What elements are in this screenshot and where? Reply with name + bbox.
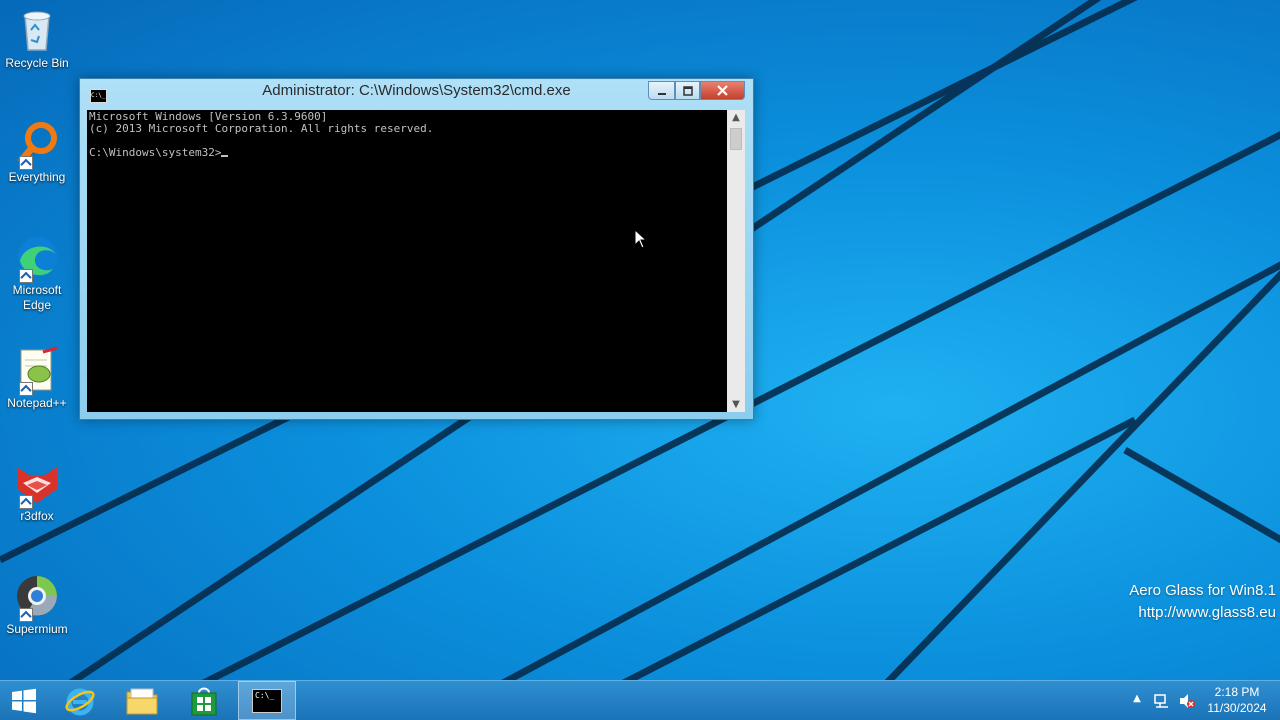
minimize-button[interactable] <box>648 81 675 100</box>
desktop-icon-label: Supermium <box>6 622 68 636</box>
command-prompt: C:\Windows\system32> <box>89 146 222 159</box>
edge-browser-icon <box>13 233 61 283</box>
shortcut-arrow-icon <box>19 382 33 396</box>
everything-search-icon <box>13 120 61 170</box>
desktop-icon-microsoft-edge[interactable]: Microsoft Edge <box>2 233 72 313</box>
shortcut-arrow-icon <box>19 269 33 283</box>
chevron-up-icon: ▲ <box>732 112 740 123</box>
taskbar-internet-explorer[interactable] <box>56 681 104 720</box>
network-icon[interactable] <box>1153 692 1171 710</box>
chevron-up-icon: ▲ <box>1133 693 1141 704</box>
mouse-pointer-icon <box>634 229 648 249</box>
cmd-icon-text: C:\_ <box>255 690 275 700</box>
r3dfox-browser-icon <box>13 459 61 509</box>
cmd-window[interactable]: C:\_ Administrator: C:\Windows\System32\… <box>79 78 754 420</box>
shortcut-arrow-icon <box>19 495 33 509</box>
volume-muted-icon[interactable] <box>1178 692 1196 710</box>
taskbar[interactable]: C:\_ ▲ 2:18 PM 11/30/2024 <box>0 680 1280 720</box>
aero-glass-watermark: Aero Glass for Win8.1 http://www.glass8.… <box>1129 580 1276 624</box>
desktop-icon-supermium[interactable]: Supermium <box>2 572 72 637</box>
taskbar-file-explorer[interactable] <box>118 681 166 720</box>
folder-icon <box>126 688 158 714</box>
scroll-thumb[interactable] <box>730 128 742 150</box>
store-bag-icon <box>191 687 217 715</box>
watermark-line-2: http://www.glass8.eu <box>1138 604 1276 621</box>
close-button[interactable] <box>700 81 745 100</box>
desktop-icon-label: r3dfox <box>20 509 54 523</box>
notepad-plus-plus-icon <box>13 346 61 396</box>
shortcut-arrow-icon <box>19 608 33 622</box>
shortcut-arrow-icon <box>19 156 33 170</box>
desktop-icon-everything[interactable]: Everything <box>2 120 72 185</box>
desktop[interactable]: Recycle Bin Everything Microsoft Edge No… <box>0 0 1280 680</box>
minimize-icon <box>657 92 666 95</box>
scroll-down-button[interactable]: ▼ <box>727 397 745 412</box>
supermium-browser-icon <box>13 572 61 622</box>
taskbar-store[interactable] <box>180 681 228 720</box>
vertical-scrollbar[interactable]: ▲ ▼ <box>727 110 745 412</box>
internet-explorer-icon <box>65 688 95 715</box>
windows-logo-icon <box>12 688 36 713</box>
chevron-down-icon: ▼ <box>732 399 740 410</box>
maximize-icon <box>682 85 693 96</box>
system-clock[interactable]: 2:18 PM 11/30/2024 <box>1200 684 1274 716</box>
desktop-icon-label: Everything <box>8 170 66 184</box>
clock-time: 2:18 PM <box>1214 685 1260 699</box>
console-line: (c) 2013 Microsoft Corporation. All righ… <box>89 122 434 135</box>
text-cursor <box>221 155 229 157</box>
show-hidden-icons-button[interactable]: ▲ <box>1130 693 1144 704</box>
desktop-icon-notepad-plus-plus[interactable]: Notepad++ <box>2 346 72 411</box>
taskbar-command-prompt[interactable]: C:\_ <box>238 681 296 720</box>
maximize-button[interactable] <box>675 81 700 100</box>
desktop-icon-recycle-bin[interactable]: Recycle Bin <box>2 6 72 71</box>
desktop-icon-label: Notepad++ <box>7 396 67 410</box>
desktop-icon-label: Microsoft Edge <box>12 283 62 312</box>
command-prompt-icon: C:\_ <box>252 688 282 713</box>
clock-date: 11/30/2024 <box>1207 701 1267 715</box>
scroll-up-button[interactable]: ▲ <box>727 110 745 125</box>
console-output[interactable]: Microsoft Windows [Version 6.3.9600] (c)… <box>87 110 727 412</box>
desktop-icon-r3dfox[interactable]: r3dfox <box>2 459 72 524</box>
watermark-line-1: Aero Glass for Win8.1 <box>1129 582 1276 599</box>
desktop-icon-label: Recycle Bin <box>5 56 69 70</box>
close-icon <box>717 85 728 96</box>
recycle-bin-icon <box>13 6 61 54</box>
start-button[interactable] <box>0 681 48 720</box>
